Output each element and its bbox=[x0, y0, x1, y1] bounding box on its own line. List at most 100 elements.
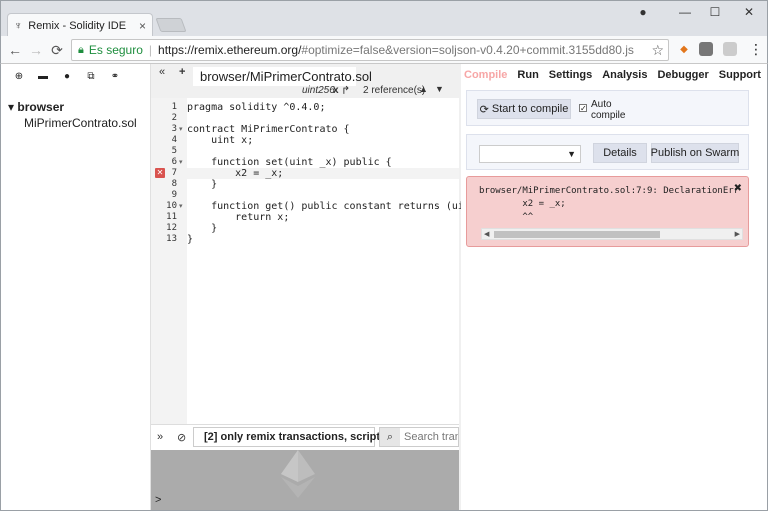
line-number: 5 bbox=[171, 146, 177, 156]
reload-button[interactable]: ⟳ bbox=[47, 40, 67, 60]
transaction-filter-label: [2] only remix transactions, script bbox=[204, 431, 381, 443]
code-line: function get() public constant returns (… bbox=[187, 201, 495, 212]
forward-button[interactable]: → bbox=[26, 40, 46, 60]
search-icon: ⌕ bbox=[380, 428, 400, 446]
line-number: 3 bbox=[171, 124, 177, 134]
line-number: 10 bbox=[166, 201, 177, 211]
chevron-up-icon[interactable]: ▲ bbox=[419, 84, 428, 94]
line-number: 7 bbox=[171, 168, 177, 178]
remix-favicon-icon: ♆ bbox=[14, 19, 23, 32]
scroll-right-icon[interactable]: ▶ bbox=[735, 229, 740, 240]
terminal-toolbar: » ⊘ [2] only remix transactions, script … bbox=[151, 424, 459, 450]
tab-analysis[interactable]: Analysis bbox=[602, 69, 647, 81]
link-icon[interactable]: ⚭ bbox=[103, 68, 127, 84]
tab-settings[interactable]: Settings bbox=[549, 69, 592, 81]
maximize-button[interactable]: ☐ bbox=[699, 1, 731, 23]
copy-icon[interactable]: ⧉ bbox=[79, 68, 103, 84]
start-compile-button[interactable]: ⟳ Start to compile bbox=[477, 99, 571, 119]
terminal-prompt: > bbox=[155, 494, 162, 506]
contract-select[interactable]: ▼ bbox=[479, 145, 581, 163]
details-button[interactable]: Details bbox=[593, 143, 647, 163]
line-number: 8 bbox=[171, 179, 177, 189]
code-line: } bbox=[187, 179, 218, 190]
info-type: uint256 bbox=[302, 85, 335, 96]
right-panel-tabs: Compile Run Settings Analysis Debugger S… bbox=[461, 64, 767, 86]
contract-card: ▼ Details Publish on Swarm bbox=[466, 134, 749, 170]
create-file-icon[interactable]: ⊕ bbox=[7, 68, 31, 84]
code-line: pragma solidity ^0.4.0; bbox=[187, 102, 326, 113]
tab-debugger[interactable]: Debugger bbox=[657, 69, 708, 81]
browser-toolbar: ← → ⟳ 🔒︎ Es seguro | https://remix.ether… bbox=[0, 36, 768, 64]
collapse-left-icon[interactable]: « bbox=[159, 66, 165, 78]
browser-menu-icon[interactable]: ⋮ bbox=[749, 41, 763, 57]
new-tab-button[interactable] bbox=[155, 18, 187, 32]
line-number: 11 bbox=[166, 212, 177, 222]
profile-icon[interactable]: ● bbox=[627, 1, 659, 23]
tab-support[interactable]: Support bbox=[719, 69, 761, 81]
line-number: 4 bbox=[171, 135, 177, 145]
scroll-left-icon[interactable]: ◀ bbox=[484, 229, 489, 240]
github-icon[interactable]: ● bbox=[55, 68, 79, 84]
code-line: contract MiPrimerContrato { bbox=[187, 124, 350, 135]
open-folder-icon[interactable]: ▬ bbox=[31, 68, 55, 84]
secure-label: Es seguro bbox=[88, 43, 143, 57]
code-content[interactable]: pragma solidity ^0.4.0; contract MiPrime… bbox=[187, 98, 494, 424]
address-separator: | bbox=[148, 43, 153, 57]
bookmark-star-icon[interactable]: ☆ bbox=[651, 42, 664, 59]
code-line: return x; bbox=[187, 212, 290, 223]
extension-icon-2[interactable] bbox=[723, 42, 737, 56]
line-number: 6 bbox=[171, 157, 177, 167]
url-host: https://remix.ethereum.org/ bbox=[158, 43, 302, 57]
tree-file-item[interactable]: MiPrimerContrato.sol bbox=[24, 116, 137, 130]
remix-app: ⊕ ▬ ● ⧉ ⚭ ▾ browser MiPrimerContrato.sol… bbox=[0, 64, 768, 511]
browser-tab[interactable]: ♆ Remix - Solidity IDE × bbox=[7, 13, 153, 37]
extension-icon[interactable] bbox=[699, 42, 713, 56]
editor-tabs: « + browser/MiPrimerContrato.sol bbox=[151, 64, 461, 86]
auto-compile-checkbox[interactable]: ✓ bbox=[579, 104, 587, 113]
compile-card: ⟳ Start to compile ✓ Auto compile bbox=[466, 90, 749, 126]
scrollbar-thumb[interactable] bbox=[494, 231, 660, 238]
auto-compile-label: Auto compile bbox=[591, 99, 626, 121]
fold-arrow-icon[interactable]: ▾ bbox=[179, 157, 183, 168]
chevron-down-icon[interactable]: ▼ bbox=[435, 84, 444, 94]
ethereum-logo-icon bbox=[281, 450, 315, 498]
tree-root-label: browser bbox=[17, 100, 65, 114]
right-panel: Compile Run Settings Analysis Debugger S… bbox=[461, 64, 767, 510]
error-scrollbar[interactable]: ◀ ▶ bbox=[481, 228, 743, 240]
code-line: function set(uint _x) public { bbox=[187, 157, 392, 168]
fold-arrow-icon[interactable]: ▾ bbox=[179, 124, 183, 135]
tree-root-browser[interactable]: ▾ browser bbox=[8, 100, 64, 114]
expand-right-icon[interactable]: + bbox=[179, 66, 185, 78]
transaction-filter-select[interactable]: [2] only remix transactions, script ▼ bbox=[193, 427, 395, 447]
line-gutter: 1 2 3 ▾ 4 5 6 ▾ ✕ 7 8 9 10 ▾ 11 12 13 bbox=[151, 98, 187, 424]
line-number: 1 bbox=[171, 102, 177, 112]
code-line: } bbox=[187, 234, 194, 245]
tab-run[interactable]: Run bbox=[517, 69, 538, 81]
caret-down-icon: ▼ bbox=[567, 149, 576, 159]
close-window-button[interactable]: ✕ bbox=[733, 1, 765, 23]
fold-arrow-icon[interactable]: ▾ bbox=[179, 201, 183, 212]
metamask-extension-icon[interactable]: ◆ bbox=[677, 42, 691, 56]
close-error-icon[interactable]: ✖ bbox=[734, 183, 742, 194]
address-bar[interactable]: 🔒︎ Es seguro | https://remix.ethereum.or… bbox=[71, 39, 669, 61]
line-number: 9 bbox=[171, 190, 177, 200]
file-explorer: ⊕ ▬ ● ⧉ ⚭ ▾ browser MiPrimerContrato.sol bbox=[1, 64, 151, 510]
goto-definition-icon[interactable]: ↱ bbox=[341, 84, 350, 97]
minimize-button[interactable]: — bbox=[669, 1, 701, 23]
clear-console-icon[interactable]: ⊘ bbox=[177, 431, 186, 444]
back-button[interactable]: ← bbox=[5, 40, 25, 60]
collapse-terminal-icon[interactable]: » bbox=[157, 431, 163, 443]
search-placeholder: Search transactions bbox=[404, 431, 458, 443]
tab-close-icon[interactable]: × bbox=[139, 19, 146, 33]
tab-compile[interactable]: Compile bbox=[464, 69, 507, 81]
terminal-output[interactable]: > bbox=[151, 450, 459, 510]
line-number: 13 bbox=[166, 234, 177, 244]
browser-tab-title: Remix - Solidity IDE bbox=[28, 19, 127, 32]
lock-icon: 🔒︎ bbox=[78, 43, 84, 56]
search-transactions-input[interactable]: ⌕ Search transactions bbox=[379, 427, 459, 447]
caret-down-icon: ▾ bbox=[8, 100, 15, 114]
publish-swarm-button[interactable]: Publish on Swarm bbox=[651, 143, 739, 163]
code-editor[interactable]: 1 2 3 ▾ 4 5 6 ▾ ✕ 7 8 9 10 ▾ 11 12 13 pr… bbox=[151, 98, 494, 424]
code-line-active: x2 = _x; bbox=[187, 168, 459, 179]
references-count: 2 reference(s) bbox=[363, 85, 426, 96]
